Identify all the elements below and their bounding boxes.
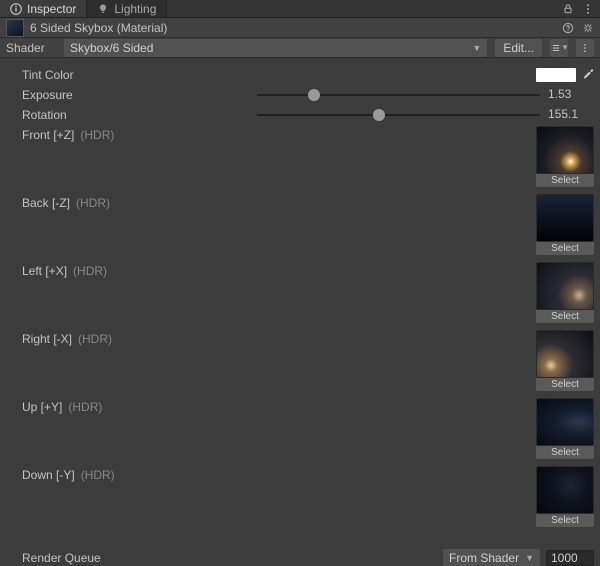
eyedropper-button[interactable] [582,68,594,83]
tint-color-row: Tint Color [22,66,594,84]
hdr-suffix: (HDR) [78,332,112,346]
texture-front-thumb[interactable] [536,126,594,174]
tab-lighting-label: Lighting [114,2,156,16]
texture-row-left: Left [+X] (HDR) Select [22,262,594,324]
render-queue-dropdown-value: From Shader [449,551,519,565]
texture-right-select-button[interactable]: Select [536,378,594,391]
rotation-label: Rotation [22,108,257,122]
texture-row-back: Back [-Z] (HDR) Select [22,194,594,256]
caret-down-icon: ▼ [525,553,534,563]
list-icon [551,43,561,53]
texture-left-thumb[interactable] [536,262,594,310]
hdr-suffix: (HDR) [80,128,114,142]
texture-back-thumb[interactable] [536,194,594,242]
texture-front-label: Front [+Z] [22,128,74,142]
hdr-suffix: (HDR) [73,264,107,278]
menu-icon [580,43,590,53]
texture-row-front: Front [+Z] (HDR) Select [22,126,594,188]
shader-edit-button[interactable]: Edit... [495,39,542,57]
texture-row-right: Right [-X] (HDR) Select [22,330,594,392]
eyedropper-icon [582,68,594,80]
exposure-slider[interactable] [257,88,540,102]
material-title: 6 Sided Skybox (Material) [30,21,556,35]
tab-bar: Inspector Lighting [0,0,600,18]
texture-row-up: Up [+Y] (HDR) Select [22,398,594,460]
texture-left-select-button[interactable]: Select [536,310,594,323]
render-queue-field[interactable]: 1000 [546,550,594,566]
texture-down-thumb[interactable] [536,466,594,514]
texture-up-label: Up [+Y] [22,400,62,414]
render-queue-dropdown[interactable]: From Shader ▼ [443,549,540,566]
shader-dropdown[interactable]: Skybox/6 Sided ▼ [64,39,487,57]
texture-up-select-button[interactable]: Select [536,446,594,459]
material-preview-icon [6,19,24,37]
rotation-slider[interactable] [257,108,540,122]
shader-dropdown-value: Skybox/6 Sided [70,41,153,55]
lock-icon[interactable] [562,3,574,15]
texture-up-thumb[interactable] [536,398,594,446]
hdr-suffix: (HDR) [76,196,110,210]
exposure-field[interactable]: 1.53 [546,87,594,103]
texture-back-label: Back [-Z] [22,196,70,210]
render-queue-label: Render Queue [22,551,257,565]
exposure-row: Exposure 1.53 [22,86,594,104]
bulb-icon [97,3,109,15]
texture-down-select-button[interactable]: Select [536,514,594,527]
rotation-row: Rotation 155.1 [22,106,594,124]
tab-inspector-label: Inspector [27,2,76,16]
menu-icon[interactable] [582,3,594,15]
tab-inspector[interactable]: Inspector [0,0,87,17]
help-icon[interactable] [562,22,574,34]
shader-label: Shader [6,41,56,55]
shader-edit-label: Edit... [503,41,534,55]
texture-row-down: Down [-Y] (HDR) Select [22,466,594,528]
render-queue-row: Render Queue From Shader ▼ 1000 [22,548,594,566]
tint-color-swatch[interactable] [536,68,576,82]
material-header: 6 Sided Skybox (Material) [0,18,600,38]
shader-menu-button[interactable] [576,39,594,57]
texture-front-select-button[interactable]: Select [536,174,594,187]
preset-icon[interactable] [582,22,594,34]
caret-down-icon: ▾ [563,42,568,53]
texture-left-label: Left [+X] [22,264,67,278]
info-icon [10,3,22,15]
hdr-suffix: (HDR) [68,400,102,414]
shader-list-button[interactable]: ▾ [550,39,568,57]
hdr-suffix: (HDR) [81,468,115,482]
texture-down-label: Down [-Y] [22,468,75,482]
caret-down-icon: ▼ [472,43,481,53]
exposure-label: Exposure [22,88,257,102]
texture-back-select-button[interactable]: Select [536,242,594,255]
texture-right-thumb[interactable] [536,330,594,378]
properties-body: Tint Color Exposure 1.53 Rotation [0,58,600,566]
tint-color-label: Tint Color [22,68,257,82]
rotation-field[interactable]: 155.1 [546,107,594,123]
texture-right-label: Right [-X] [22,332,72,346]
shader-row: Shader Skybox/6 Sided ▼ Edit... ▾ [0,38,600,58]
tab-lighting[interactable]: Lighting [87,0,167,17]
